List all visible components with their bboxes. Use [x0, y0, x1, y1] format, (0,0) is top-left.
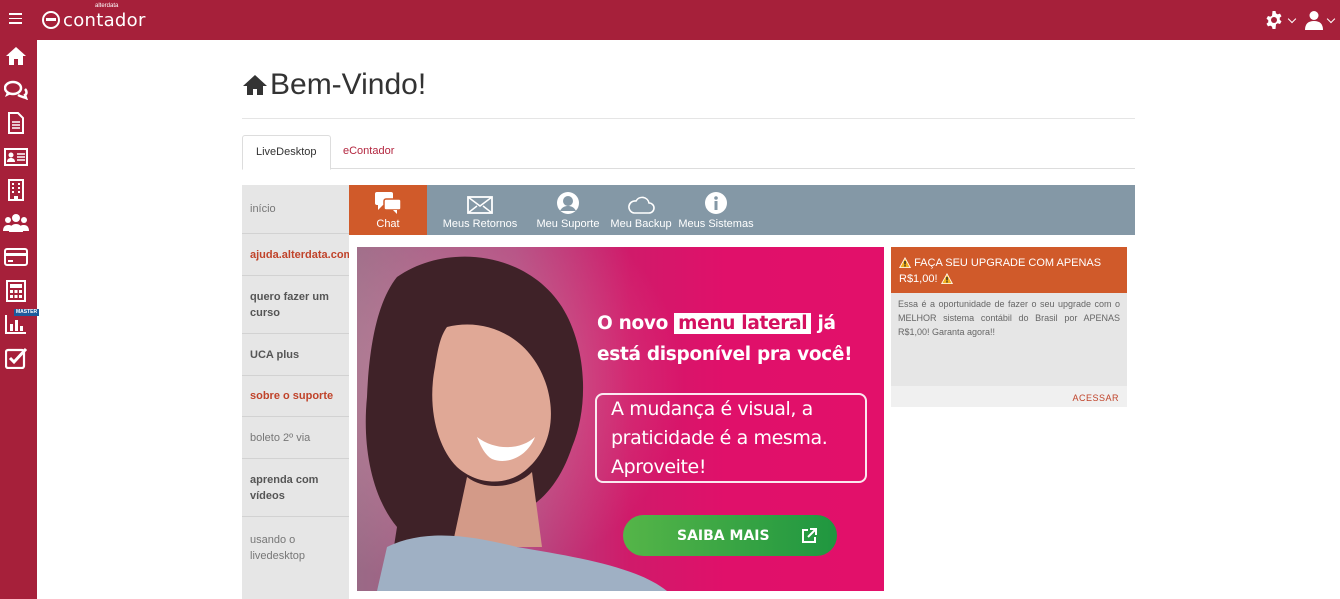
meu-backup-button[interactable]: Meu Backup [609, 185, 673, 235]
meus-retornos-button[interactable]: Meus Retornos [440, 185, 520, 235]
gear-icon [1266, 11, 1282, 29]
warning-icon [899, 257, 911, 268]
title-divider [242, 118, 1135, 119]
menu-item-uca-plus[interactable]: UCA plus [242, 334, 349, 376]
menu-item-ajuda[interactable]: ajuda.alterdata.com.br [242, 234, 349, 276]
info-icon [705, 192, 727, 214]
upgrade-title-b: R$1,00! [899, 273, 938, 285]
banner-headline-pre: O novo [597, 313, 675, 334]
user-icon [557, 192, 579, 214]
meus-sistemas-label: Meus Sistemas [678, 218, 754, 230]
chevron-down-icon [1287, 14, 1297, 23]
logo-text: contador [63, 9, 146, 31]
livedesktop-menu: início ajuda.alterdata.com.br quero faze… [242, 185, 349, 599]
saiba-mais-label: SAIBA MAIS [677, 527, 770, 544]
document-icon[interactable] [3, 111, 29, 135]
banner-message-line: A mudança é visual, a [611, 398, 813, 420]
master-badge: MASTER [14, 309, 40, 316]
chat-button[interactable]: Chat [349, 185, 427, 235]
logo-subtext: alterdata [95, 3, 119, 9]
building-icon[interactable] [3, 178, 29, 202]
logo-e-icon [42, 11, 60, 29]
meus-retornos-label: Meus Retornos [442, 218, 518, 230]
menu-item-curso[interactable]: quero fazer um curso [242, 276, 349, 334]
bar-chart-icon[interactable]: MASTER [3, 309, 40, 336]
promo-banner[interactable]: O novo menu lateral já está disponível p… [357, 247, 884, 591]
upgrade-card-title: FAÇA SEU UPGRADE COM APENAS R$1,00! [891, 247, 1127, 293]
menu-item-usando[interactable]: usando o livedesktop [242, 517, 349, 579]
external-link-icon [802, 528, 817, 543]
tab-econtador[interactable]: eContador [330, 135, 407, 169]
banner-headline-post: já [811, 313, 836, 334]
hamburger-menu-icon[interactable] [9, 13, 22, 24]
banner-message-box: A mudança é visual, a praticidade é a me… [595, 393, 867, 483]
chat-icon [375, 192, 402, 214]
banner-headline-1: O novo menu lateral já [597, 313, 836, 334]
chat-icon[interactable] [3, 78, 29, 102]
settings-button[interactable] [1264, 10, 1297, 30]
home-icon [243, 75, 267, 95]
upgrade-title-a: FAÇA SEU UPGRADE COM APENAS [914, 257, 1102, 269]
banner-message-line: Aproveite! [611, 456, 707, 478]
acessar-link[interactable]: ACESSAR [891, 386, 1127, 407]
banner-headline-mark: menu lateral [674, 313, 812, 334]
user-menu-button[interactable] [1305, 10, 1336, 30]
app-bar: Chat Meus Retornos Meu Suporte Meu Backu… [349, 185, 1135, 235]
id-card-icon[interactable] [3, 145, 29, 169]
page-title: Bem-Vindo! [242, 68, 426, 102]
tab-bar: LiveDesktop eContador [242, 135, 1135, 170]
upgrade-card: FAÇA SEU UPGRADE COM APENAS R$1,00! Essa… [891, 247, 1127, 407]
left-rail: MASTER [0, 40, 40, 599]
meus-sistemas-button[interactable]: Meus Sistemas [678, 185, 754, 235]
meu-suporte-label: Meu Suporte [536, 218, 600, 230]
warning-icon [940, 273, 953, 284]
upgrade-card-body: Essa é a oportunidade de fazer o seu upg… [898, 299, 1120, 337]
menu-item-videos[interactable]: aprenda com vídeos [242, 459, 349, 517]
menu-item-inicio[interactable]: início [242, 185, 349, 234]
chevron-down-icon [1326, 14, 1336, 23]
calculator-icon[interactable] [3, 279, 29, 303]
credit-card-icon[interactable] [3, 245, 29, 269]
user-icon [1305, 11, 1323, 30]
checkbox-icon[interactable] [3, 346, 29, 370]
envelope-icon [467, 196, 493, 214]
menu-item-suporte[interactable]: sobre o suporte [242, 376, 349, 417]
app-logo[interactable]: contador [42, 7, 146, 33]
page-title-text: Bem-Vindo! [270, 68, 427, 101]
meu-suporte-button[interactable]: Meu Suporte [533, 185, 603, 235]
banner-headline-2: está disponível pra você! [597, 344, 853, 365]
menu-item-boleto[interactable]: boleto 2º via [242, 417, 349, 459]
chat-label: Chat [376, 218, 400, 230]
home-icon[interactable] [3, 44, 29, 68]
tab-livedesktop[interactable]: LiveDesktop [242, 135, 331, 170]
cloud-icon [628, 196, 655, 214]
users-icon[interactable] [3, 211, 29, 235]
saiba-mais-button[interactable]: SAIBA MAIS [623, 515, 837, 556]
top-bar: contador alterdata [0, 0, 1340, 40]
banner-message-line: praticidade é a mesma. [611, 427, 828, 449]
meu-backup-label: Meu Backup [610, 218, 672, 230]
